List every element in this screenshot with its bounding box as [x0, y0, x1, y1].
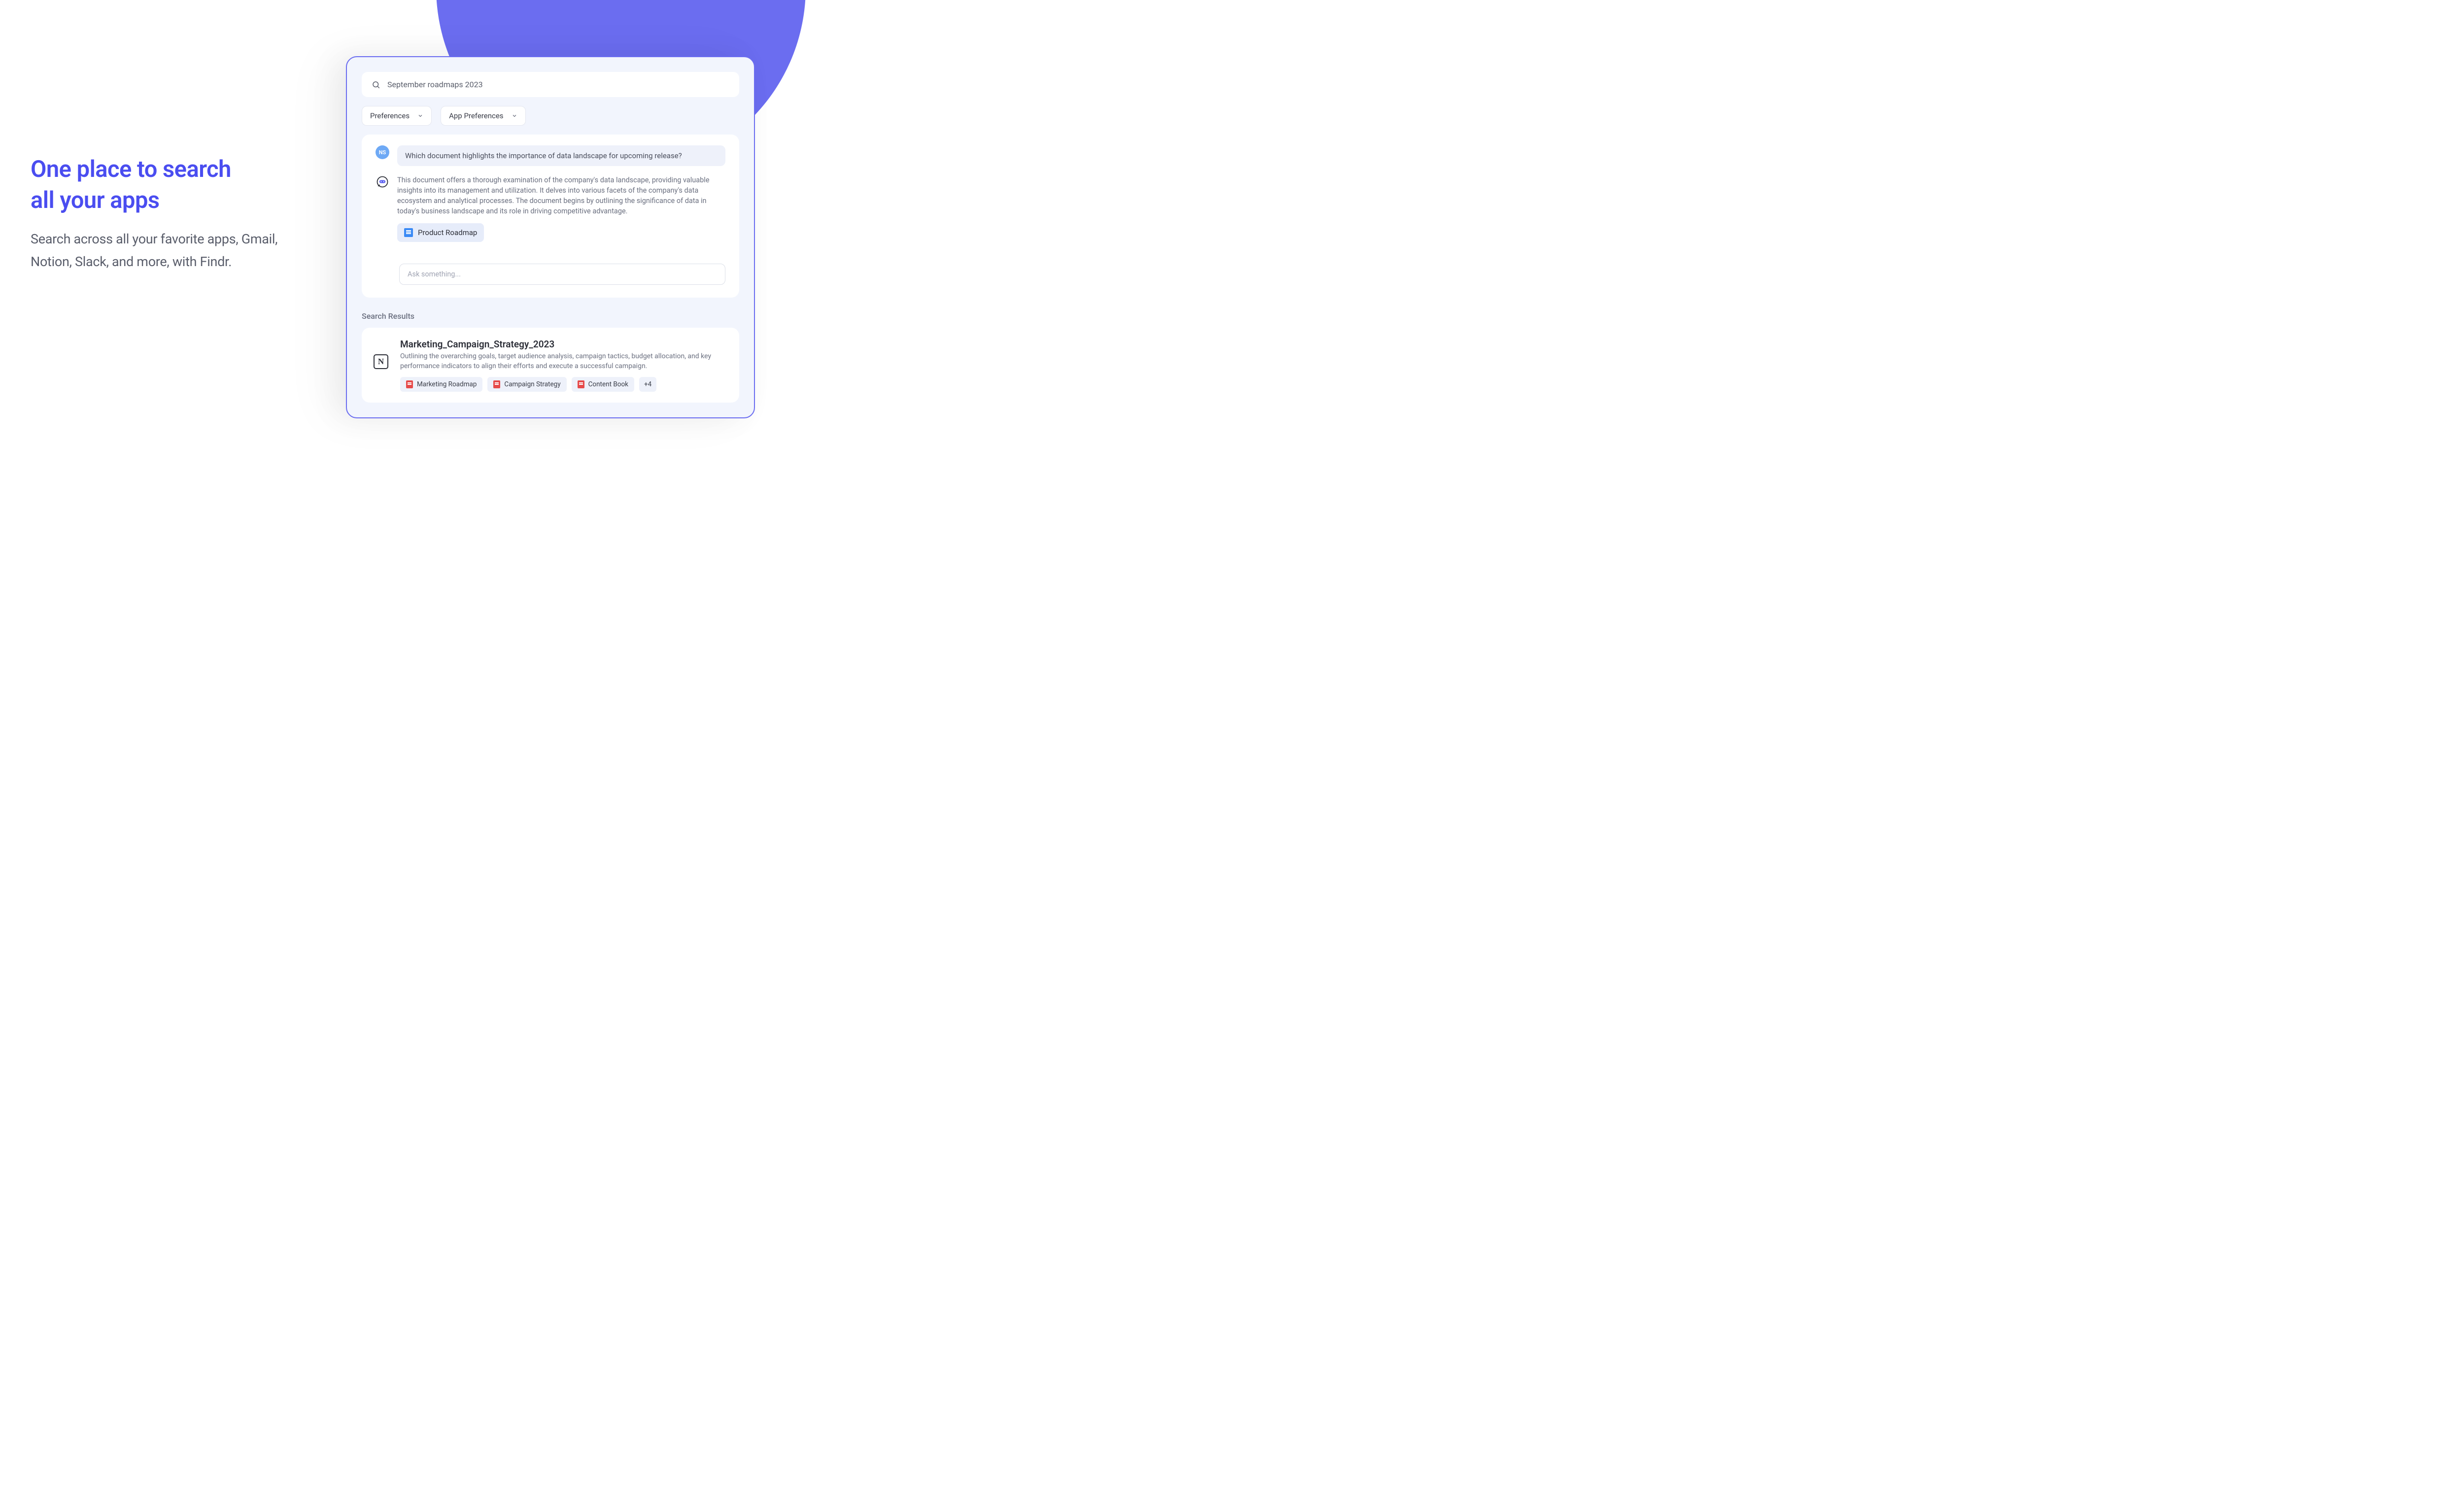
- more-count: +4: [644, 380, 651, 388]
- chevron-down-icon: [417, 113, 423, 119]
- bot-response-row: This document offers a thorough examinat…: [376, 175, 725, 242]
- filter-row: Preferences App Preferences: [362, 106, 739, 126]
- search-results-heading: Search Results: [362, 311, 739, 321]
- google-doc-icon: [404, 228, 413, 237]
- pdf-icon: [578, 380, 584, 388]
- file-chip-marketing-roadmap[interactable]: Marketing Roadmap: [400, 377, 482, 392]
- chevron-down-icon: [512, 113, 517, 119]
- notion-icon: N: [374, 354, 388, 369]
- app-preferences-label: App Preferences: [449, 111, 503, 120]
- pdf-icon: [406, 380, 413, 388]
- hero-title-line2: all your apps: [31, 187, 160, 214]
- doc-chip-label: Product Roadmap: [418, 228, 477, 237]
- app-preview-panel: September roadmaps 2023 Preferences App …: [346, 56, 755, 418]
- result-body: Marketing_Campaign_Strategy_2023 Outlini…: [400, 339, 727, 392]
- user-message-row: NS Which document highlights the importa…: [376, 145, 725, 166]
- product-roadmap-chip[interactable]: Product Roadmap: [397, 223, 484, 242]
- bot-response-text: This document offers a thorough examinat…: [397, 175, 725, 216]
- bot-content: This document offers a thorough examinat…: [397, 175, 725, 242]
- bot-avatar-icon: [376, 175, 389, 189]
- preferences-label: Preferences: [370, 111, 410, 120]
- hero-title: One place to search all your apps: [31, 154, 316, 216]
- ask-input[interactable]: Ask something...: [399, 264, 725, 285]
- chat-card: NS Which document highlights the importa…: [362, 135, 739, 298]
- user-avatar: NS: [376, 145, 389, 159]
- preferences-dropdown[interactable]: Preferences: [362, 106, 432, 126]
- file-chip-label: Marketing Roadmap: [417, 380, 477, 388]
- app-preferences-dropdown[interactable]: App Preferences: [441, 106, 525, 126]
- search-result-item[interactable]: N Marketing_Campaign_Strategy_2023 Outli…: [362, 328, 739, 403]
- file-chip-label: Campaign Strategy: [504, 380, 560, 388]
- search-icon: [372, 80, 380, 89]
- file-chip-campaign-strategy[interactable]: Campaign Strategy: [487, 377, 566, 392]
- search-query: September roadmaps 2023: [387, 80, 483, 89]
- result-title: Marketing_Campaign_Strategy_2023: [400, 339, 727, 350]
- search-bar[interactable]: September roadmaps 2023: [362, 72, 739, 97]
- file-chip-content-book[interactable]: Content Book: [572, 377, 634, 392]
- hero-title-line1: One place to search: [31, 156, 231, 183]
- pdf-icon: [493, 380, 500, 388]
- result-description: Outlining the overarching goals, target …: [400, 352, 727, 371]
- hero-section: One place to search all your apps Search…: [31, 154, 316, 273]
- file-chips-row: Marketing Roadmap Campaign Strategy Cont…: [400, 377, 727, 392]
- file-chip-label: Content Book: [588, 380, 628, 388]
- ask-placeholder: Ask something...: [408, 270, 461, 278]
- more-files-chip[interactable]: +4: [639, 377, 656, 392]
- user-message: Which document highlights the importance…: [397, 145, 725, 166]
- hero-subtitle: Search across all your favorite apps, Gm…: [31, 228, 316, 273]
